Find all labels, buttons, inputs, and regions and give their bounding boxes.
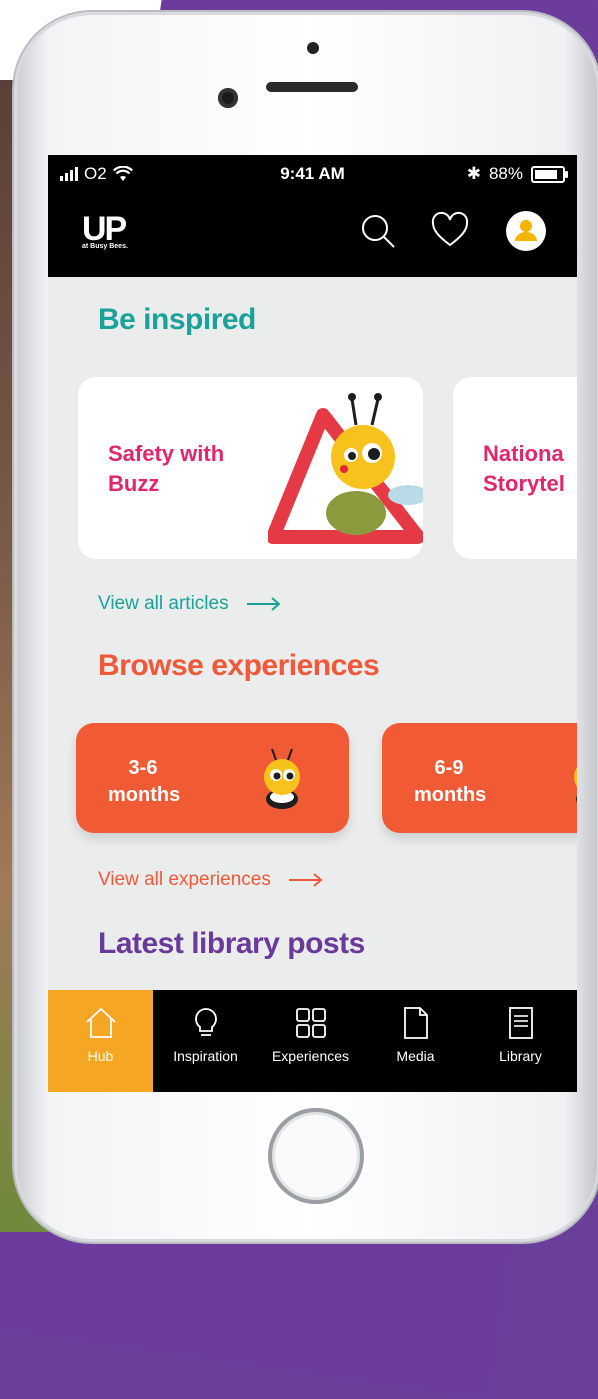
tab-label: Library: [499, 1048, 542, 1064]
article-card[interactable]: Safety with Buzz: [78, 377, 423, 559]
battery-percent: 88%: [488, 164, 523, 183]
profile-icon[interactable]: [506, 211, 546, 251]
view-all-articles-link[interactable]: View all articles: [98, 593, 281, 615]
arrow-right-icon: [246, 597, 281, 611]
sensor-dot: [307, 42, 319, 54]
be-inspired-heading: Be inspired: [98, 303, 256, 336]
earpiece-speaker: [266, 82, 358, 92]
heart-icon[interactable]: [428, 209, 472, 253]
browse-experiences-heading: Browse experiences: [98, 649, 380, 682]
status-bar: O2 9:41 AM ✱ 88%: [48, 155, 577, 193]
view-all-experiences-link[interactable]: View all experiences: [98, 869, 323, 891]
article-card[interactable]: Nationa Storytel: [453, 377, 577, 559]
document-icon: [404, 1007, 428, 1039]
search-icon[interactable]: [356, 209, 400, 253]
experience-card[interactable]: 6-9 months: [382, 723, 577, 833]
app-header: UP at Busy Bees.: [48, 193, 577, 277]
article-title: Nationa Storytel: [483, 441, 565, 496]
logo-text: UP: [82, 210, 127, 248]
home-icon: [86, 1007, 116, 1038]
tab-experiences[interactable]: Experiences: [258, 990, 363, 1092]
notebook-icon: [509, 1007, 533, 1039]
logo-subtext: at Busy Bees.: [82, 243, 128, 250]
latest-library-heading: Latest library posts: [98, 927, 365, 960]
bee-mascot-icon: [574, 767, 577, 803]
bee-warning-illustration: [268, 393, 423, 544]
view-all-articles-label: View all articles: [98, 593, 229, 614]
tab-hub[interactable]: Hub: [48, 990, 153, 1092]
bottom-tab-bar: Hub Inspiration Experiences Media Librar…: [48, 990, 577, 1092]
front-camera: [218, 88, 238, 108]
hub-content: Be inspired Safety with Buzz Nationa Sto…: [48, 277, 577, 990]
tab-library[interactable]: Library: [468, 990, 573, 1092]
bee-mascot-icon: [264, 748, 300, 809]
tab-label: Hub: [87, 1048, 114, 1064]
article-title: Safety with Buzz: [108, 441, 225, 496]
home-button[interactable]: [268, 1108, 364, 1204]
tab-inspiration[interactable]: Inspiration: [153, 990, 258, 1092]
tab-label: Experiences: [271, 1048, 350, 1064]
experience-age-label: 3-6 months: [108, 757, 181, 806]
bluetooth-icon: ✱: [466, 164, 481, 183]
experience-age-label: 6-9 months: [414, 757, 487, 806]
tab-media[interactable]: Media: [363, 990, 468, 1092]
phone-screen: O2 9:41 AM ✱ 88% UP at Busy Bees. Be ins…: [48, 155, 577, 1092]
experience-card[interactable]: 3-6 months: [76, 723, 349, 833]
view-all-experiences-label: View all experiences: [98, 869, 271, 890]
app-logo[interactable]: UP at Busy Bees.: [82, 210, 128, 250]
tab-label: Media: [396, 1048, 435, 1064]
arrow-right-icon: [288, 873, 323, 887]
lightbulb-icon: [195, 1008, 217, 1036]
grid-icon: [296, 1008, 326, 1038]
battery-icon: [531, 165, 568, 183]
tab-label: Inspiration: [173, 1048, 238, 1064]
